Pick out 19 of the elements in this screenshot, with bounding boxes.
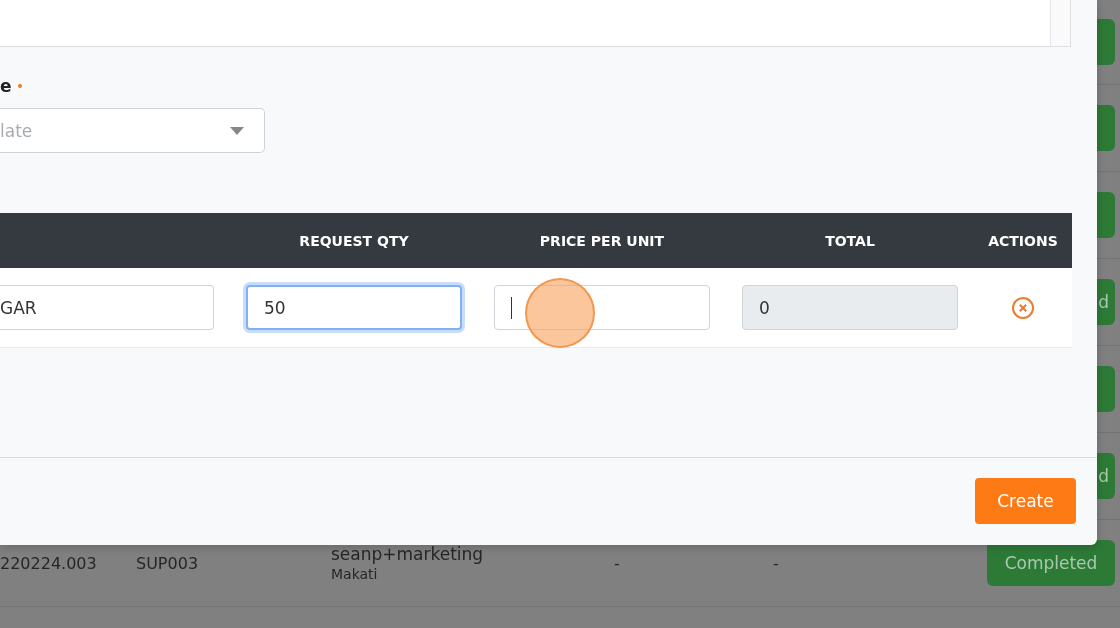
table-cell-text: -	[773, 553, 780, 573]
total-field[interactable]: 0	[742, 285, 958, 330]
remove-icon[interactable]	[1011, 295, 1035, 320]
table-cell-text: -	[614, 553, 621, 573]
select-placeholder: late	[0, 120, 33, 141]
input-field[interactable]: 50	[246, 285, 462, 330]
input-field[interactable]: GAR	[0, 285, 214, 330]
field-label: e	[0, 76, 12, 96]
input-field[interactable]	[494, 285, 710, 330]
description-field[interactable]	[0, 0, 1071, 47]
column-header: REQUEST QTY	[230, 213, 478, 268]
table-cell-text: SUP003	[136, 553, 200, 573]
column-header: TOTAL	[726, 213, 974, 268]
table-cell-text: 220224.003	[0, 553, 98, 573]
supplier-name: seanp+marketing	[331, 544, 485, 564]
caret-icon	[230, 126, 244, 135]
column-header: PRICE PER UNIT	[478, 213, 726, 268]
location-text: Makati	[331, 566, 379, 582]
column-header: ACTIONS	[974, 213, 1072, 268]
